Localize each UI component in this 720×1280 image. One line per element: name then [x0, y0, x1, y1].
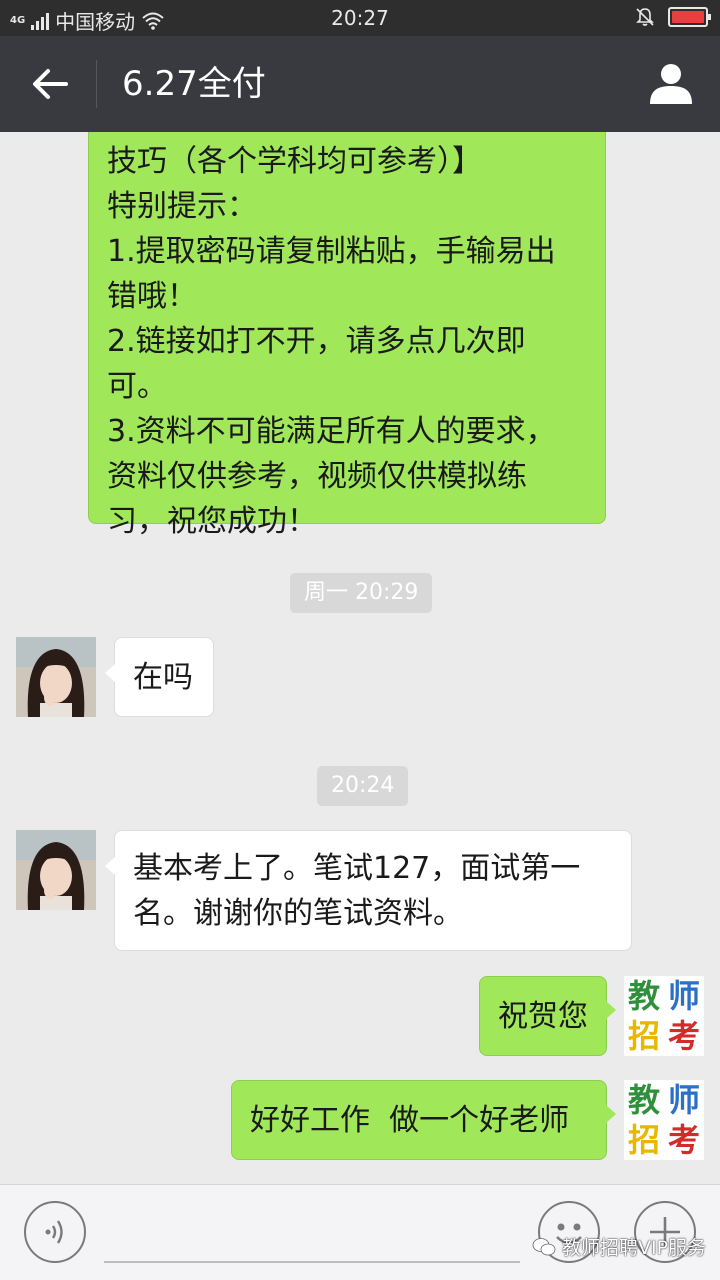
message-line: 习，祝您成功！ — [107, 504, 317, 539]
chat-title: 6.27全付 — [122, 64, 266, 104]
avatar[interactable] — [16, 830, 96, 910]
timestamp: 20:24 — [317, 766, 409, 806]
logo-char: 教 — [627, 977, 660, 1015]
message-line: 2.链接如打不开，请多点几次即 — [107, 324, 526, 359]
contact-info-icon[interactable] — [648, 60, 694, 106]
girl-avatar-image — [16, 830, 96, 910]
logo-char: 招 — [627, 1017, 660, 1055]
message-line: 错哦！ — [107, 279, 197, 314]
message-line: 3.资料不可能满足所有人的要求， — [107, 414, 556, 449]
mute-bell-icon — [636, 8, 654, 26]
message-bubble-right[interactable]: 好好工作 做一个好老师 — [231, 1080, 616, 1160]
title-divider — [96, 60, 97, 108]
status-bar: 4G 中国移动 20:27 — [0, 0, 720, 36]
logo-char: 考 — [667, 1121, 700, 1159]
message-bubble-left[interactable]: 基本考上了。笔试127，面试第一 名。谢谢你的笔试资料。 — [105, 830, 632, 951]
watermark: 教师招聘VIP服务 — [532, 1233, 706, 1260]
teacher-recruit-logo[interactable]: 教 师 招 考 — [624, 976, 704, 1056]
input-bar: 教师招聘VIP服务 — [0, 1184, 720, 1280]
message-bubble-right[interactable]: 技巧（各个学科均可参考）】 特别提示： 1.提取密码请复制粘贴，手输易出 错哦！… — [88, 132, 606, 539]
watermark-text: 教师招聘VIP服务 — [562, 1237, 707, 1259]
message-line: 基本考上了。笔试127，面试第一 — [133, 851, 581, 886]
message-line: 名。谢谢你的笔试资料。 — [133, 896, 463, 931]
message-line: 可。 — [107, 369, 167, 404]
wechat-logo-icon — [532, 1237, 556, 1255]
avatar[interactable] — [16, 637, 96, 717]
logo-char: 师 — [667, 977, 700, 1015]
chat-area[interactable]: 技巧（各个学科均可参考）】 特别提示： 1.提取密码请复制粘贴，手输易出 错哦！… — [0, 132, 720, 1184]
logo-char: 考 — [667, 1017, 700, 1055]
girl-avatar-image — [16, 637, 96, 717]
message-line: 好好工作 做一个好老师 — [250, 1103, 570, 1138]
logo-char: 招 — [627, 1121, 660, 1159]
message-bubble-left[interactable]: 在吗 — [105, 637, 214, 717]
status-right — [634, 6, 711, 28]
logo-char: 师 — [667, 1081, 700, 1119]
title-bar: 6.27全付 — [0, 36, 720, 132]
message-line: 在吗 — [133, 660, 193, 695]
voice-input-button[interactable] — [24, 1201, 86, 1263]
message-line: 祝贺您 — [498, 999, 588, 1034]
message-input[interactable] — [104, 1261, 520, 1263]
message-line: 特别提示： — [107, 189, 257, 224]
battery-icon — [668, 7, 711, 27]
message-line: 资料仅供参考，视频仅供模拟练 — [107, 459, 527, 494]
message-bubble-right[interactable]: 祝贺您 — [479, 976, 616, 1056]
voice-icon — [45, 1220, 63, 1244]
logo-char: 教 — [627, 1081, 660, 1119]
teacher-recruit-logo[interactable]: 教 师 招 考 — [624, 1080, 704, 1160]
status-time: 20:27 — [331, 6, 389, 30]
message-line: 技巧（各个学科均可参考）】 — [107, 144, 482, 179]
back-arrow-icon[interactable] — [26, 60, 74, 108]
timestamp: 周一 20:29 — [290, 573, 433, 613]
message-line: 1.提取密码请复制粘贴，手输易出 — [107, 234, 556, 269]
